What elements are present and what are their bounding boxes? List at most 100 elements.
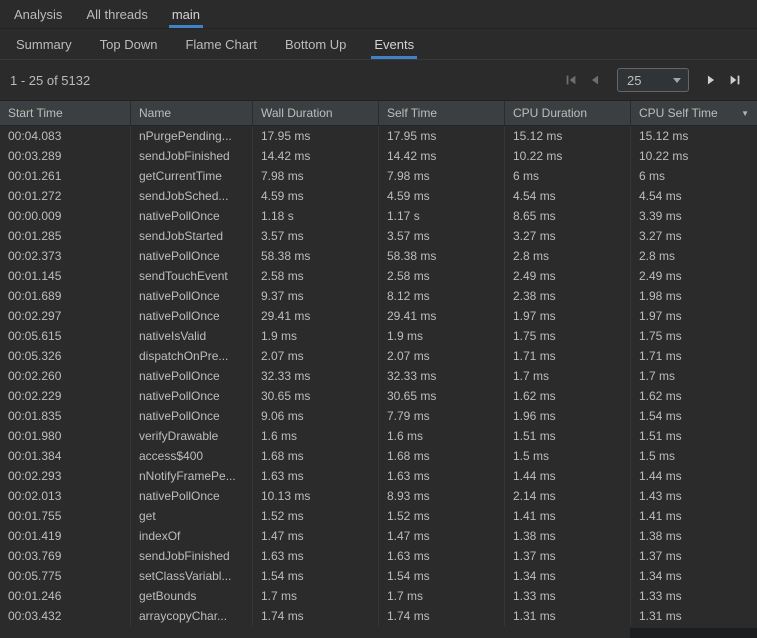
table-row[interactable]: 00:02.373nativePollOnce58.38 ms58.38 ms2… [0, 246, 757, 266]
table-cell: 1.63 ms [378, 466, 504, 486]
table-row[interactable]: 00:01.384access$4001.68 ms1.68 ms1.5 ms1… [0, 446, 757, 466]
table-cell: sendJobFinished [130, 546, 252, 566]
table-cell: 1.43 ms [630, 486, 757, 506]
table-cell: 2.8 ms [630, 246, 757, 266]
prev-page-button[interactable] [583, 68, 607, 92]
table-cell: nativePollOnce [130, 386, 252, 406]
tab-summary[interactable]: Summary [2, 29, 86, 59]
table-row[interactable]: 00:02.229nativePollOnce30.65 ms30.65 ms1… [0, 386, 757, 406]
table-cell: 7.98 ms [252, 166, 378, 186]
table-cell: 1.97 ms [630, 306, 757, 326]
table-row[interactable]: 00:01.980verifyDrawable1.6 ms1.6 ms1.51 … [0, 426, 757, 446]
table-row[interactable]: 00:02.293nNotifyFramePe...1.63 ms1.63 ms… [0, 466, 757, 486]
table-cell: 3.39 ms [630, 206, 757, 226]
table-cell: verifyDrawable [130, 426, 252, 446]
table-row[interactable]: 00:01.755get1.52 ms1.52 ms1.41 ms1.41 ms [0, 506, 757, 526]
table-cell: 1.74 ms [252, 606, 378, 626]
table-cell: 1.51 ms [630, 426, 757, 446]
column-header-wall-duration[interactable]: Wall Duration [252, 101, 378, 125]
column-header-self-time[interactable]: Self Time [378, 101, 504, 125]
scrollbar-corner [630, 628, 757, 638]
table-cell: 00:02.373 [0, 246, 130, 266]
tab-flame-chart[interactable]: Flame Chart [171, 29, 271, 59]
table-cell: 9.37 ms [252, 286, 378, 306]
table-cell: 4.59 ms [252, 186, 378, 206]
table-cell: arraycopyChar... [130, 606, 252, 626]
table-cell: 00:01.246 [0, 586, 130, 606]
table-cell: nPurgePending... [130, 126, 252, 146]
table-row[interactable]: 00:02.013nativePollOnce10.13 ms8.93 ms2.… [0, 486, 757, 506]
column-header-cpu-duration[interactable]: CPU Duration [504, 101, 630, 125]
row-range-label: 1 - 25 of 5132 [10, 73, 90, 88]
pagination-bar: 1 - 25 of 5132 25 [0, 60, 757, 100]
table-cell: sendJobSched... [130, 186, 252, 206]
table-row[interactable]: 00:05.775setClassVariabl...1.54 ms1.54 m… [0, 566, 757, 586]
table-cell: 2.8 ms [504, 246, 630, 266]
table-row[interactable]: 00:02.297nativePollOnce29.41 ms29.41 ms1… [0, 306, 757, 326]
table-cell: 00:02.260 [0, 366, 130, 386]
column-header-start-time[interactable]: Start Time [0, 101, 130, 125]
table-cell: 00:05.615 [0, 326, 130, 346]
table-cell: 7.98 ms [378, 166, 504, 186]
table-row[interactable]: 00:03.769sendJobFinished1.63 ms1.63 ms1.… [0, 546, 757, 566]
table-cell: 2.07 ms [378, 346, 504, 366]
table-cell: 3.27 ms [504, 226, 630, 246]
table-row[interactable]: 00:01.272sendJobSched...4.59 ms4.59 ms4.… [0, 186, 757, 206]
table-body: 00:04.083nPurgePending...17.95 ms17.95 m… [0, 126, 757, 638]
table-cell: 1.7 ms [378, 586, 504, 606]
table-row[interactable]: 00:03.289sendJobFinished14.42 ms14.42 ms… [0, 146, 757, 166]
table-cell: 1.6 ms [252, 426, 378, 446]
column-header-name[interactable]: Name [130, 101, 252, 125]
last-page-button[interactable] [723, 68, 747, 92]
table-cell: 1.7 ms [630, 366, 757, 386]
table-row[interactable]: 00:00.009nativePollOnce1.18 s1.17 s8.65 … [0, 206, 757, 226]
table-cell: 1.63 ms [252, 546, 378, 566]
table-cell: 1.47 ms [252, 526, 378, 546]
table-cell: 2.07 ms [252, 346, 378, 366]
table-row[interactable]: 00:05.326dispatchOnPre...2.07 ms2.07 ms1… [0, 346, 757, 366]
table-cell: 2.14 ms [504, 486, 630, 506]
table-row[interactable]: 00:01.419indexOf1.47 ms1.47 ms1.38 ms1.3… [0, 526, 757, 546]
table-cell: 00:01.835 [0, 406, 130, 426]
table-cell: 6 ms [630, 166, 757, 186]
table-cell: 1.71 ms [504, 346, 630, 366]
table-row[interactable]: 00:01.246getBounds1.7 ms1.7 ms1.33 ms1.3… [0, 586, 757, 606]
table-row[interactable]: 00:02.260nativePollOnce32.33 ms32.33 ms1… [0, 366, 757, 386]
next-page-button[interactable] [699, 68, 723, 92]
table-row[interactable]: 00:04.083nPurgePending...17.95 ms17.95 m… [0, 126, 757, 146]
table-cell: 58.38 ms [378, 246, 504, 266]
table-cell: 1.38 ms [504, 526, 630, 546]
table-row[interactable]: 00:01.285sendJobStarted3.57 ms3.57 ms3.2… [0, 226, 757, 246]
column-header-label: Start Time [8, 106, 63, 120]
table-row[interactable]: 00:01.835nativePollOnce9.06 ms7.79 ms1.9… [0, 406, 757, 426]
tab-analysis[interactable]: Analysis [2, 0, 74, 28]
chevron-down-icon [673, 78, 681, 83]
page-size-select[interactable]: 25 [617, 68, 689, 92]
table-row[interactable]: 00:03.432arraycopyChar...1.74 ms1.74 ms1… [0, 606, 757, 626]
table-row[interactable]: 00:01.145sendTouchEvent2.58 ms2.58 ms2.4… [0, 266, 757, 286]
table-row[interactable]: 00:01.261getCurrentTime7.98 ms7.98 ms6 m… [0, 166, 757, 186]
tab-events[interactable]: Events [360, 29, 428, 59]
table-cell: 1.34 ms [504, 566, 630, 586]
table-row[interactable]: 00:05.615nativeIsValid1.9 ms1.9 ms1.75 m… [0, 326, 757, 346]
table-cell: sendTouchEvent [130, 266, 252, 286]
table-cell: 1.63 ms [378, 546, 504, 566]
table-cell: 1.37 ms [630, 546, 757, 566]
column-header-cpu-self-time[interactable]: CPU Self Time▼ [630, 101, 757, 125]
last-page-icon [728, 73, 742, 87]
column-header-label: Name [139, 106, 171, 120]
tab-bottom-up[interactable]: Bottom Up [271, 29, 360, 59]
tab-main[interactable]: main [160, 0, 212, 28]
table-cell: 1.71 ms [630, 346, 757, 366]
table-cell: 00:02.013 [0, 486, 130, 506]
first-page-button[interactable] [559, 68, 583, 92]
table-cell: 00:00.009 [0, 206, 130, 226]
table-cell: 1.38 ms [630, 526, 757, 546]
column-header-label: Self Time [387, 106, 437, 120]
table-cell: dispatchOnPre... [130, 346, 252, 366]
tab-top-down[interactable]: Top Down [86, 29, 172, 59]
table-row[interactable]: 00:01.689nativePollOnce9.37 ms8.12 ms2.3… [0, 286, 757, 306]
tab-all-threads[interactable]: All threads [74, 0, 159, 28]
table-cell: 10.22 ms [630, 146, 757, 166]
page-size-value: 25 [627, 73, 641, 88]
